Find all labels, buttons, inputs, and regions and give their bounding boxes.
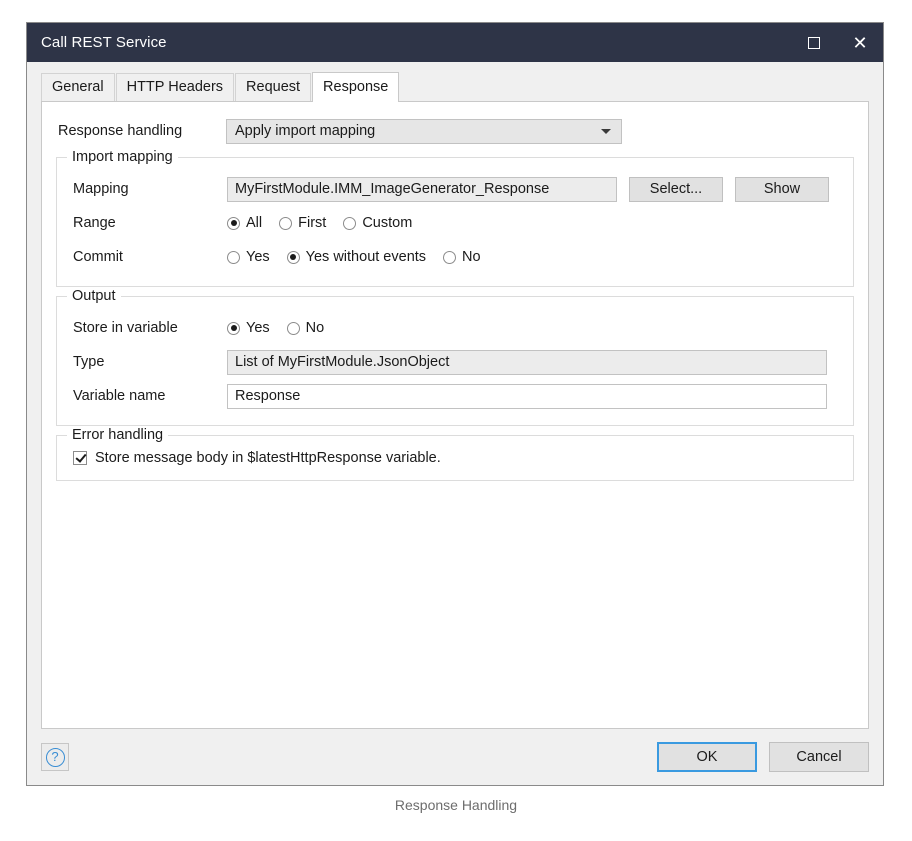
range-option-all[interactable]: All [227,215,262,231]
commit-option-yes-label: Yes [246,249,270,265]
range-option-first-label: First [298,215,326,231]
store-in-variable-row: Store in variable Yes No [57,311,853,345]
output-group: Output Store in variable Yes No Type [56,296,854,426]
maximize-square-glyph [808,37,820,49]
help-question-icon[interactable]: ? [41,743,69,771]
radio-icon [287,322,300,335]
dialog-titlebar: Call REST Service ✕ [27,23,883,62]
radio-icon [227,322,240,335]
tab-general[interactable]: General [41,73,115,101]
store-in-variable-yes-label: Yes [246,320,270,336]
close-x-glyph: ✕ [852,34,867,52]
mapping-value-field[interactable]: MyFirstModule.IMM_ImageGenerator_Respons… [227,177,617,202]
variable-name-row: Variable name Response [57,379,853,413]
response-handling-value: Apply import mapping [235,123,601,139]
range-option-first[interactable]: First [279,215,326,231]
commit-row: Commit Yes Yes without events No [57,240,853,274]
footer-actions: OK Cancel [657,742,869,772]
radio-icon [287,251,300,264]
store-message-body-label: Store message body in $latestHttpRespons… [95,450,441,466]
radio-icon [227,251,240,264]
store-in-variable-yes[interactable]: Yes [227,320,270,336]
tab-request[interactable]: Request [235,73,311,101]
close-x-icon[interactable]: ✕ [837,23,883,62]
show-button[interactable]: Show [735,177,829,202]
variable-name-input[interactable]: Response [227,384,827,409]
commit-option-yes-without-events[interactable]: Yes without events [287,249,426,265]
commit-option-yes-without-events-label: Yes without events [306,249,426,265]
mapping-label: Mapping [57,181,227,197]
store-in-variable-radio-group: Yes No [227,320,341,336]
store-in-variable-label: Store in variable [57,320,227,336]
range-option-custom-label: Custom [362,215,412,231]
range-radio-group: All First Custom [227,215,429,231]
variable-name-label: Variable name [57,388,227,404]
commit-label: Commit [57,249,227,265]
error-handling-legend: Error handling [67,427,168,443]
type-label: Type [57,354,227,370]
radio-icon [279,217,292,230]
variable-name-value: Response [235,388,300,404]
import-mapping-group: Import mapping Mapping MyFirstModule.IMM… [56,157,854,287]
range-option-custom[interactable]: Custom [343,215,412,231]
commit-option-no-label: No [462,249,481,265]
mapping-row: Mapping MyFirstModule.IMM_ImageGenerator… [57,172,853,206]
range-option-all-label: All [246,215,262,231]
range-label: Range [57,215,227,231]
mapping-value: MyFirstModule.IMM_ImageGenerator_Respons… [235,181,549,197]
store-in-variable-no[interactable]: No [287,320,325,336]
type-value: List of MyFirstModule.JsonObject [235,354,449,370]
figure-caption: Response Handling [0,797,912,813]
cancel-button[interactable]: Cancel [769,742,869,772]
range-row: Range All First Custom [57,206,853,240]
store-in-variable-no-label: No [306,320,325,336]
commit-option-yes[interactable]: Yes [227,249,270,265]
chevron-down-icon [601,129,611,134]
radio-icon [343,217,356,230]
maximize-square-icon[interactable] [791,23,837,62]
dialog-footer: ? OK Cancel [27,729,883,785]
response-tab-panel: Response handling Apply import mapping I… [41,101,869,729]
ok-button[interactable]: OK [657,742,757,772]
tabstrip: General HTTP Headers Request Response [27,71,883,101]
select-button[interactable]: Select... [629,177,723,202]
radio-icon [227,217,240,230]
response-handling-label: Response handling [42,123,226,139]
commit-option-no[interactable]: No [443,249,481,265]
output-legend: Output [67,288,121,304]
store-message-body-checkbox[interactable]: Store message body in $latestHttpRespons… [57,446,853,470]
commit-radio-group: Yes Yes without events No [227,249,498,265]
import-mapping-legend: Import mapping [67,149,178,165]
response-handling-row: Response handling Apply import mapping [42,114,868,148]
error-handling-group: Error handling Store message body in $la… [56,435,854,481]
tab-http-headers[interactable]: HTTP Headers [116,73,234,101]
type-value-field: List of MyFirstModule.JsonObject [227,350,827,375]
help-question-glyph: ? [46,748,65,767]
tab-response[interactable]: Response [312,72,399,102]
dialog-title: Call REST Service [41,34,167,51]
response-handling-select[interactable]: Apply import mapping [226,119,622,144]
type-row: Type List of MyFirstModule.JsonObject [57,345,853,379]
checkbox-icon [73,451,87,465]
call-rest-service-dialog: Call REST Service ✕ General HTTP Headers… [26,22,884,786]
radio-icon [443,251,456,264]
